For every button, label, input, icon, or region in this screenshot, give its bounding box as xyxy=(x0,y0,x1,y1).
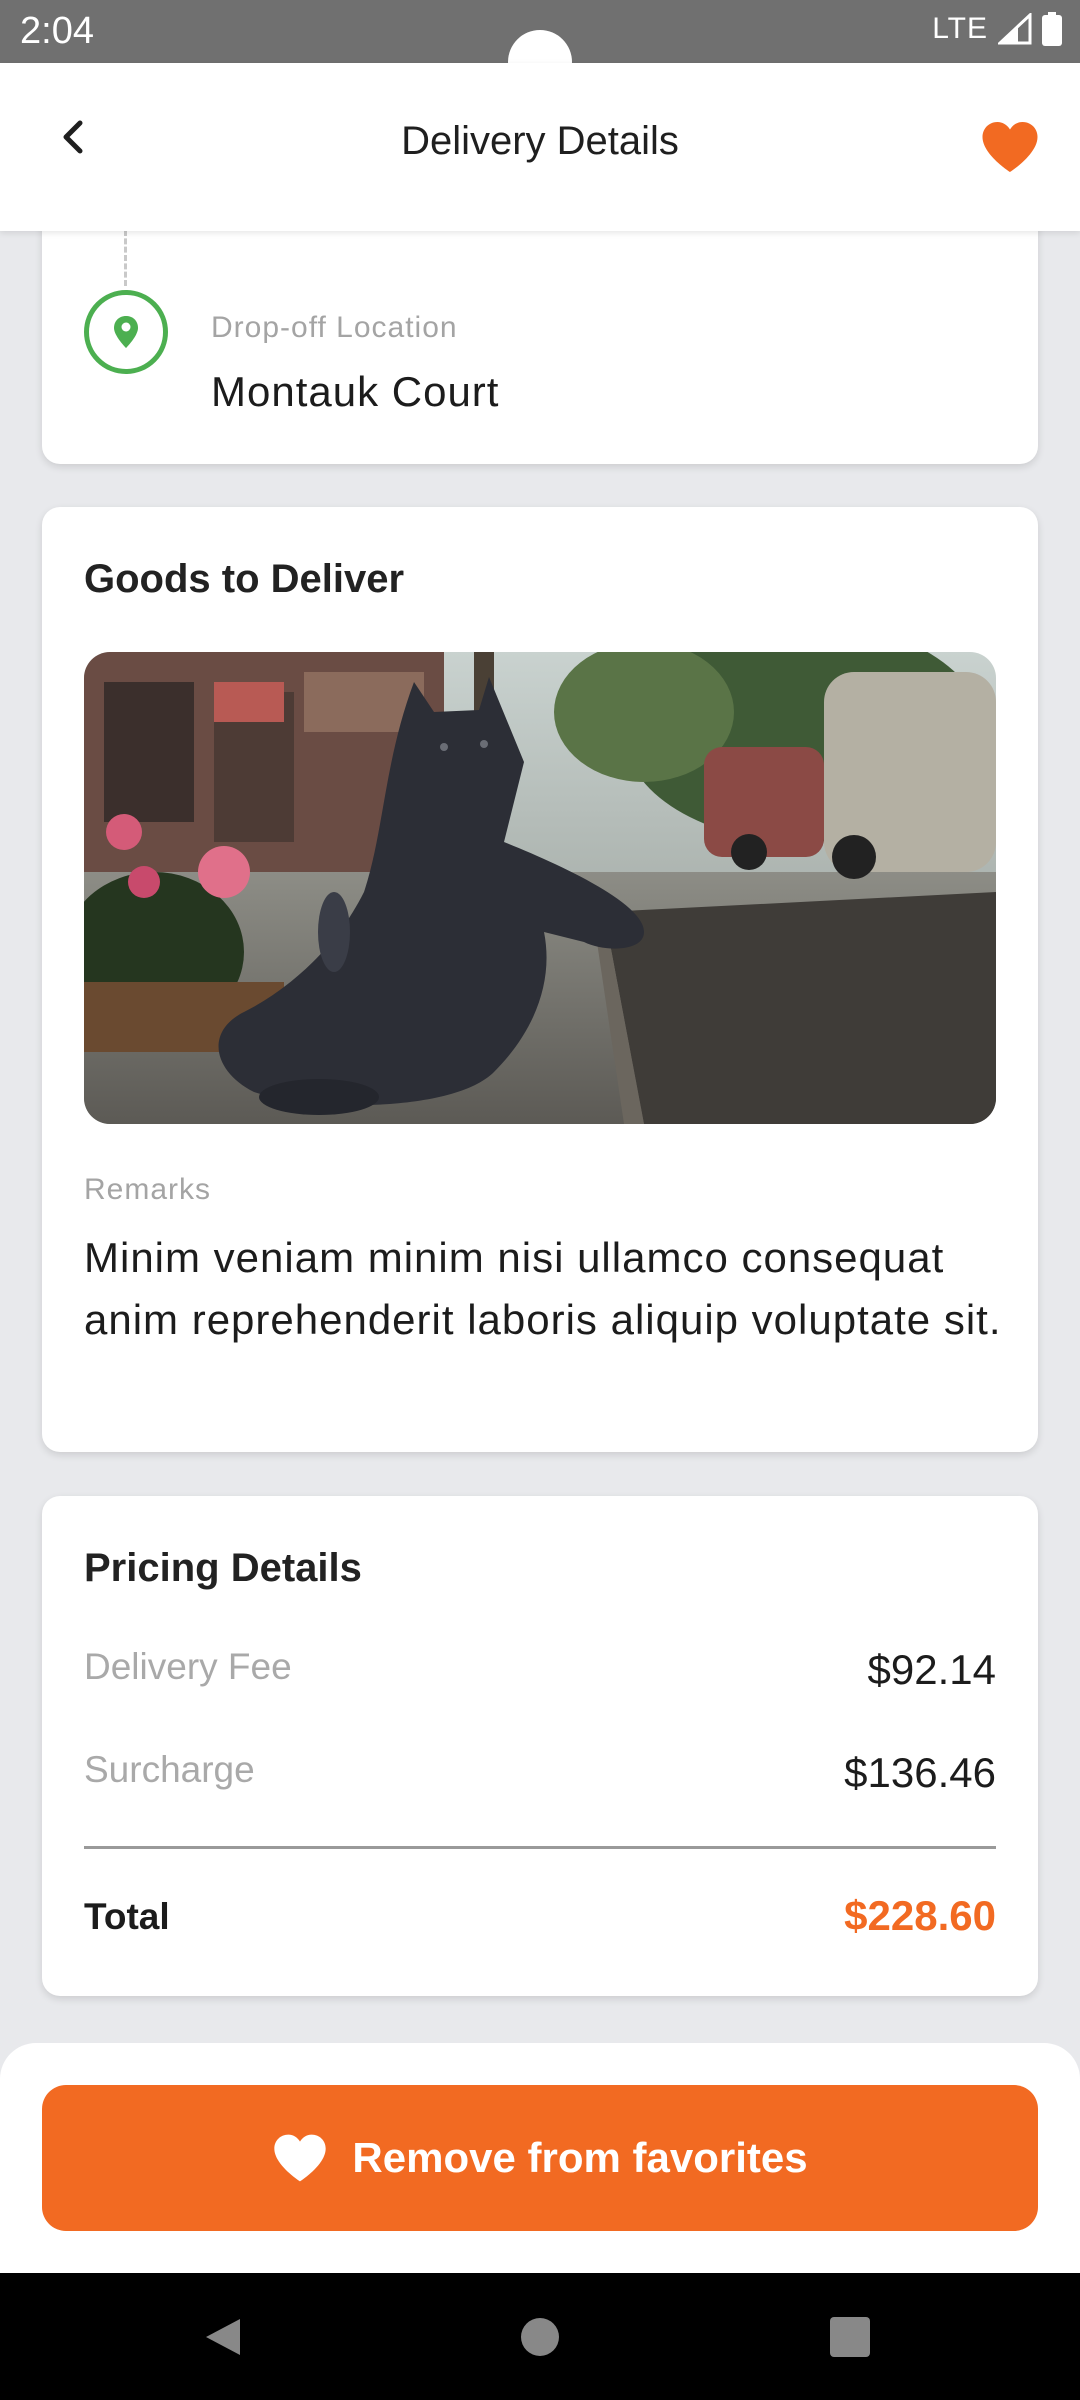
system-nav-bar xyxy=(0,2273,1080,2400)
surcharge-value: $136.46 xyxy=(844,1749,996,1796)
heart-icon xyxy=(982,122,1038,172)
remarks-text: Minim veniam minim nisi ullamco consequa… xyxy=(84,1234,1002,1343)
remove-from-favorites-label: Remove from favorites xyxy=(352,2134,808,2181)
delivery-fee-value: $92.14 xyxy=(867,1646,996,1693)
favorite-button[interactable] xyxy=(980,119,1040,175)
remove-from-favorites-button[interactable]: Remove from favorites xyxy=(42,2085,1038,2231)
page-title: Delivery Details xyxy=(401,119,679,163)
goods-title: Goods to Deliver xyxy=(84,557,405,601)
app-screen: 2:04 LTE Drop-off Location Montauk Court xyxy=(0,0,1080,2400)
app-bar: Delivery Details xyxy=(0,63,1080,231)
goods-photo xyxy=(84,652,996,1124)
remarks-label: Remarks xyxy=(84,1173,212,1206)
pricing-card: Pricing Details Delivery Fee $92.14 Surc… xyxy=(42,1496,1038,1996)
delivery-fee-label: Delivery Fee xyxy=(84,1646,292,1687)
heart-icon xyxy=(274,2134,327,2182)
status-icons: LTE xyxy=(932,12,1062,46)
surcharge-label: Surcharge xyxy=(84,1749,255,1790)
signal-icon xyxy=(998,13,1032,45)
dropoff-label: Drop-off Location xyxy=(211,311,458,344)
nav-back-icon[interactable] xyxy=(200,2315,244,2359)
network-type: LTE xyxy=(932,12,988,45)
total-value: $228.60 xyxy=(844,1892,996,1939)
total-label: Total xyxy=(84,1896,170,1937)
bottom-action-panel: Remove from favorites xyxy=(0,2043,1080,2273)
nav-home-icon[interactable] xyxy=(521,2318,559,2356)
pricing-divider xyxy=(84,1846,996,1849)
nav-recents-icon[interactable] xyxy=(830,2317,870,2357)
location-pin-icon xyxy=(84,290,168,374)
goods-card: Goods to Deliver Remarks Minim veniam mi… xyxy=(42,507,1038,1452)
dropoff-location: Montauk Court xyxy=(211,368,500,415)
route-connector xyxy=(124,230,127,286)
battery-icon xyxy=(1042,12,1062,46)
pricing-title: Pricing Details xyxy=(84,1546,362,1590)
status-time: 2:04 xyxy=(20,10,94,52)
dropoff-card: Drop-off Location Montauk Court xyxy=(42,200,1038,464)
